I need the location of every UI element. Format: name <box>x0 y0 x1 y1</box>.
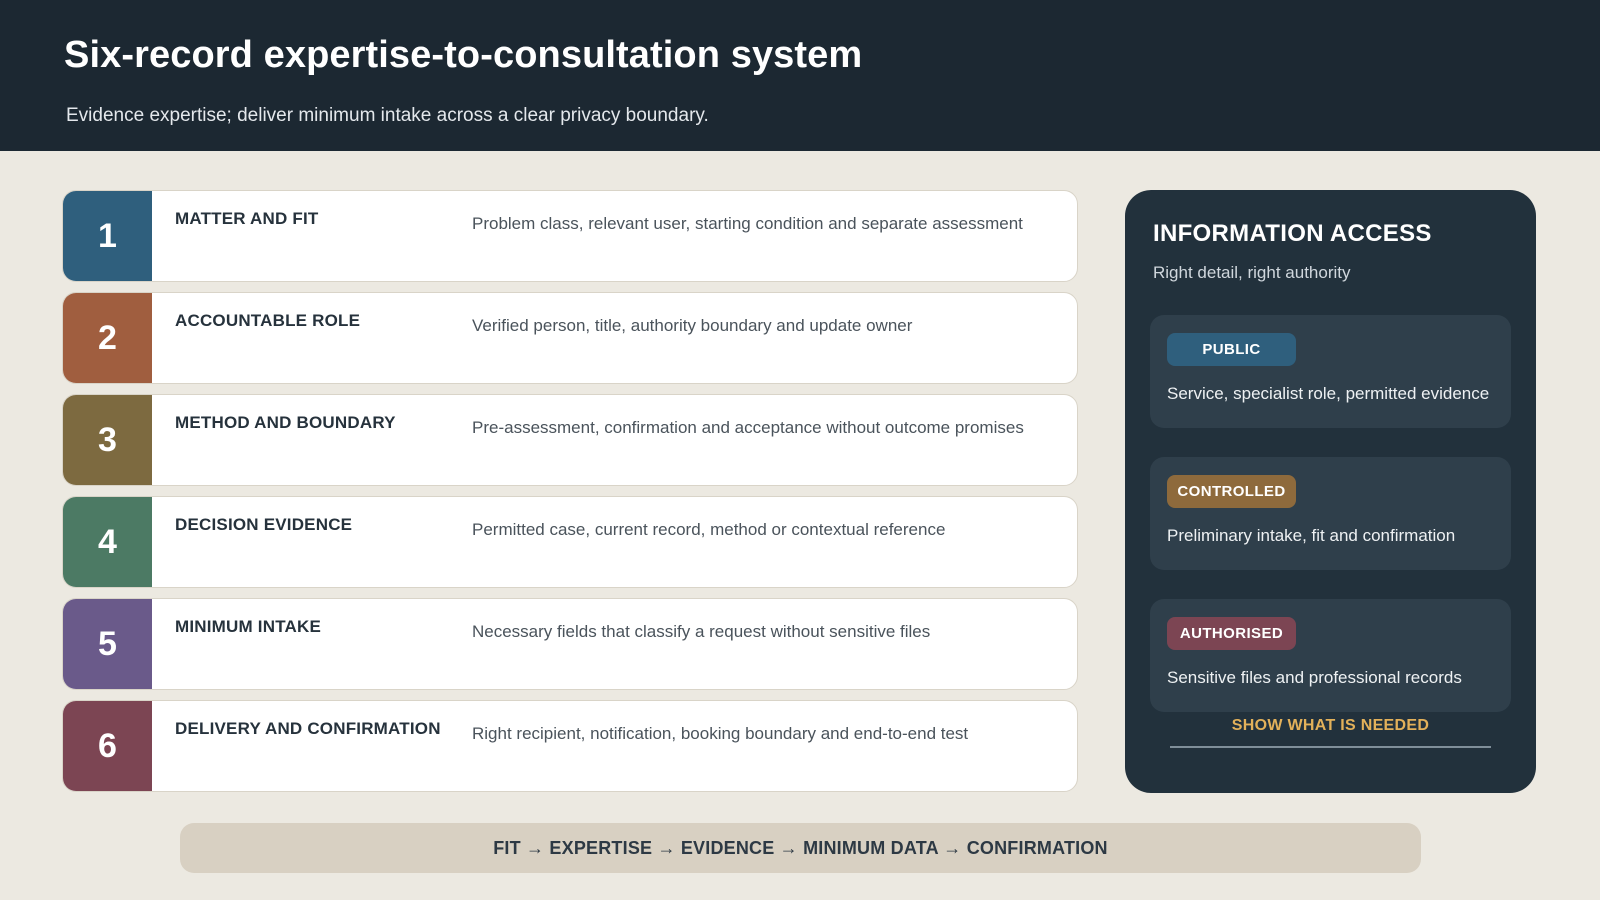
record-description: Necessary fields that classify a request… <box>472 622 931 641</box>
record-6: 6 DELIVERY AND CONFIRMATION Right recipi… <box>62 700 1078 792</box>
record-2: 2 ACCOUNTABLE ROLE Verified person, titl… <box>62 292 1078 384</box>
record-number: 5 <box>63 599 152 689</box>
record-number: 2 <box>63 293 152 383</box>
record-title: MINIMUM INTAKE <box>175 617 322 636</box>
tier-controlled: CONTROLLED Preliminary intake, fit and c… <box>1150 457 1511 570</box>
tier-description: Service, specialist role, permitted evid… <box>1167 384 1490 403</box>
record-number: 3 <box>63 395 152 485</box>
tier-description: Preliminary intake, fit and confirmation <box>1167 526 1456 545</box>
flow-banner: FIT → EXPERTISE → EVIDENCE → MINIMUM DAT… <box>180 823 1421 873</box>
record-number: 4 <box>63 497 152 587</box>
panel-title: INFORMATION ACCESS <box>1153 220 1432 247</box>
record-description: Problem class, relevant user, starting c… <box>472 214 1023 233</box>
record-5: 5 MINIMUM INTAKE Necessary fields that c… <box>62 598 1078 690</box>
record-title: METHOD AND BOUNDARY <box>175 413 396 432</box>
record-number: 6 <box>63 701 152 791</box>
record-description: Permitted case, current record, method o… <box>472 520 946 539</box>
panel-subtitle: Right detail, right authority <box>1153 263 1351 282</box>
information-access-panel: INFORMATION ACCESS Right detail, right a… <box>1125 190 1536 793</box>
record-title: DELIVERY AND CONFIRMATION <box>175 719 441 738</box>
page-title: Six-record expertise-to-consultation sys… <box>64 34 863 76</box>
panel-divider <box>1170 746 1491 748</box>
tier-public: PUBLIC Service, specialist role, permitt… <box>1150 315 1511 428</box>
tier-badge: PUBLIC <box>1167 333 1296 366</box>
tier-description: Sensitive files and professional records <box>1167 668 1462 687</box>
record-3: 3 METHOD AND BOUNDARY Pre-assessment, co… <box>62 394 1078 486</box>
tier-badge: AUTHORISED <box>1167 617 1296 650</box>
record-4: 4 DECISION EVIDENCE Permitted case, curr… <box>62 496 1078 588</box>
page-subtitle: Evidence expertise; deliver minimum inta… <box>66 105 709 126</box>
record-description: Pre-assessment, confirmation and accepta… <box>472 418 1024 437</box>
record-1: 1 MATTER AND FIT Problem class, relevant… <box>62 190 1078 282</box>
record-title: ACCOUNTABLE ROLE <box>175 311 361 330</box>
tier-authorised: AUTHORISED Sensitive files and professio… <box>1150 599 1511 712</box>
record-description: Verified person, title, authority bounda… <box>472 316 913 335</box>
record-title: MATTER AND FIT <box>175 209 319 228</box>
record-title: DECISION EVIDENCE <box>175 515 353 534</box>
record-description: Right recipient, notification, booking b… <box>472 724 969 743</box>
tier-badge: CONTROLLED <box>1167 475 1296 508</box>
panel-footer: SHOW WHAT IS NEEDED <box>1231 717 1430 734</box>
header: Six-record expertise-to-consultation sys… <box>0 0 1600 151</box>
record-number: 1 <box>63 191 152 281</box>
